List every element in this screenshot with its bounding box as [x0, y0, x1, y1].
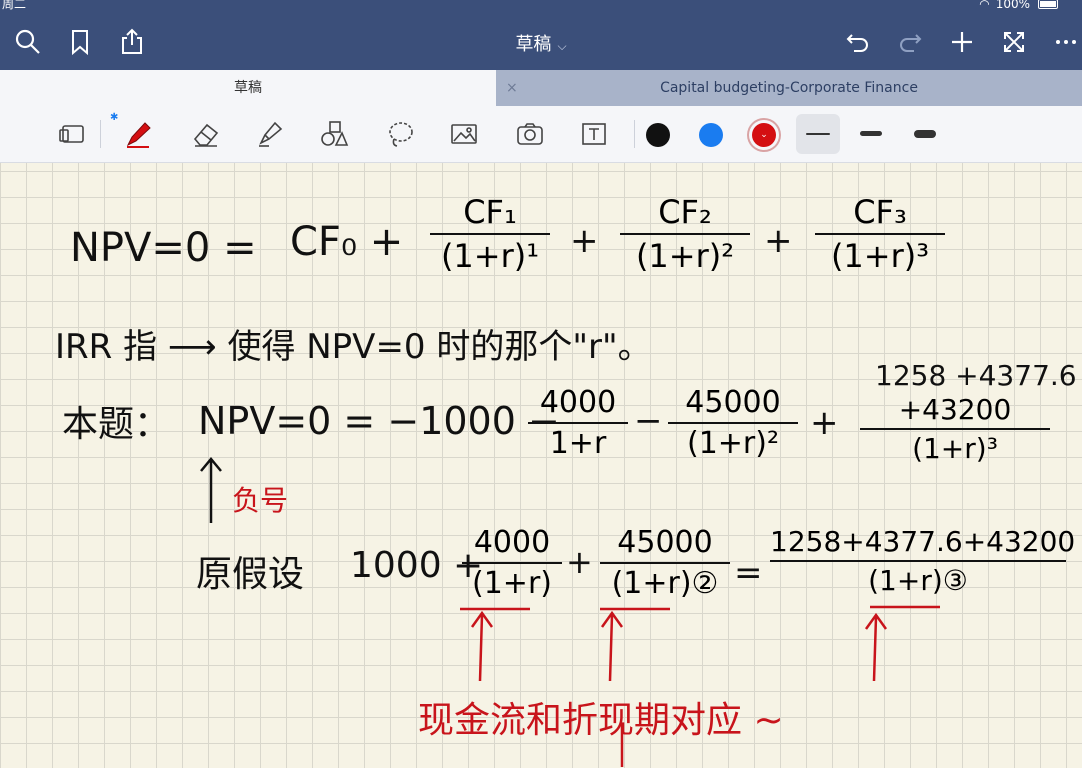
red-arrows	[460, 605, 940, 682]
document-title-label: 草稿	[515, 34, 552, 55]
assumption-label: 原假设	[196, 554, 305, 595]
note-canvas[interactable]: NPV=0 = CF₀ + CF₁ (1+r)¹ + CF₂ (1+r)² + …	[0, 163, 1082, 768]
fraction-top-line: 1258 +4377.6	[875, 359, 1077, 392]
tab-capital-budgeting[interactable]: Capital budgeting-Corporate Finance	[496, 70, 1082, 106]
plus-sign: +	[764, 221, 793, 261]
tab-draft[interactable]: 草稿	[0, 70, 496, 106]
lasso-icon[interactable]	[384, 118, 416, 150]
more-icon[interactable]	[1050, 26, 1082, 58]
fraction-denominator: (1+r)③	[868, 564, 968, 597]
fraction-denominator: (1+r)	[472, 566, 552, 601]
color-blue[interactable]	[699, 123, 723, 147]
thickness-thin-icon	[806, 133, 830, 135]
fraction-denominator: (1+r)¹	[440, 237, 540, 275]
negative-sign-note: 负号	[232, 484, 289, 517]
page-view-icon[interactable]	[56, 118, 88, 150]
fraction-45000: 45000 (1+r)²	[668, 385, 798, 461]
divider	[100, 120, 101, 148]
cf0-term: CF₀ +	[290, 219, 404, 265]
drawing-toolbar: ✱ ⌄	[0, 106, 1082, 163]
tab-bar: 草稿 Capital budgeting-Corporate Finance ×	[0, 70, 1082, 106]
chevron-down-icon: ⌵	[557, 39, 567, 53]
camera-icon[interactable]	[514, 118, 546, 150]
thickness-thick-option[interactable]	[914, 130, 936, 138]
plus-sign: +	[810, 403, 839, 443]
fraction-numerator: CF₂	[658, 193, 712, 231]
fraction-numerator: 4000	[539, 385, 617, 420]
color-red-selected[interactable]: ⌄	[752, 123, 776, 147]
fraction-cf1: CF₁ (1+r)¹	[430, 193, 550, 275]
npv-label: NPV=0 =	[70, 225, 257, 271]
shapes-icon[interactable]	[318, 118, 350, 150]
fraction-numerator: 4000	[473, 525, 551, 560]
wifi-icon: ◠	[979, 0, 990, 11]
redo-icon[interactable]	[894, 26, 926, 58]
plus-sign: +	[566, 543, 593, 581]
red-stroke	[620, 723, 624, 767]
fraction-cf2: CF₂ (1+r)²	[620, 193, 750, 275]
battery-icon	[1038, 0, 1058, 9]
fraction-numerator: 45000	[617, 525, 713, 560]
problem-label: 本题：	[62, 404, 171, 445]
status-bar: 周二 ◠ 100%	[0, 0, 1082, 12]
close-tab-icon[interactable]: ×	[506, 70, 518, 106]
up-arrow-icon	[200, 457, 222, 523]
fraction-4000-assumption: 4000 (1+r)	[462, 525, 562, 601]
fraction-cf3: CF₃ (1+r)³	[815, 193, 945, 275]
thickness-medium-option[interactable]	[860, 131, 882, 136]
equals-sign: =	[734, 553, 763, 593]
image-icon[interactable]	[448, 118, 480, 150]
cashflow-period-note: 现金流和折现期对应 ~	[418, 700, 784, 741]
problem-npv-expression: NPV=0 = −1000 −	[198, 399, 560, 443]
color-black[interactable]	[646, 123, 670, 147]
fraction-denominator: (1+r)②	[611, 566, 719, 601]
text-icon[interactable]	[578, 118, 610, 150]
fraction-43200: +43200 (1+r)³	[860, 393, 1050, 465]
battery-percent: 100%	[995, 0, 1030, 11]
add-icon[interactable]	[946, 26, 978, 58]
irr-definition: IRR 指 ⟶ 使得 NPV=0 时的那个"r"。	[55, 327, 652, 367]
status-day: 周二	[2, 0, 27, 11]
fraction-denominator: (1+r)²	[687, 426, 779, 461]
fraction-45000-assumption: 45000 (1+r)②	[600, 525, 730, 601]
fraction-numerator: CF₁	[463, 193, 517, 231]
bluetooth-icon: ✱	[110, 112, 119, 123]
fraction-numerator: CF₃	[853, 193, 907, 231]
fraction-denominator: 1+r	[549, 426, 607, 461]
plus-sign: +	[570, 221, 599, 261]
undo-icon[interactable]	[842, 26, 874, 58]
fraction-denominator: (1+r)³	[830, 237, 930, 275]
fraction-4000: 4000 1+r	[528, 385, 628, 461]
divider	[634, 120, 635, 148]
minus-sign: −	[634, 401, 663, 441]
fraction-numerator: 1258+4377.6+43200	[770, 525, 1076, 558]
eraser-icon[interactable]	[190, 118, 222, 150]
expand-icon[interactable]	[998, 26, 1030, 58]
fraction-denominator: (1+r)³	[912, 432, 998, 465]
fraction-denominator: (1+r)²	[635, 237, 735, 275]
status-right: ◠ 100%	[979, 0, 1058, 10]
fraction-numerator: 45000	[685, 385, 781, 420]
pen-icon[interactable]	[122, 118, 154, 150]
navigation-bar: 周二 ◠ 100% 草稿 ⌵	[0, 0, 1082, 70]
highlighter-icon[interactable]	[254, 118, 286, 150]
fraction-numerator: +43200	[898, 393, 1012, 426]
fraction-sum-assumption: 1258+4377.6+43200 (1+r)③	[770, 525, 1076, 597]
